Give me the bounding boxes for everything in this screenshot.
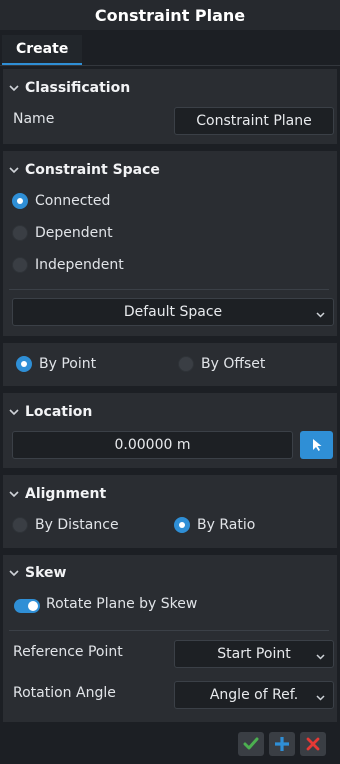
- radio-dot: [12, 517, 28, 533]
- chevron-down-icon: [3, 569, 25, 577]
- chevron-down-icon: [3, 166, 25, 174]
- reference-point-label: Reference Point: [13, 644, 123, 660]
- radio-label: By Offset: [201, 356, 266, 372]
- constraint-space-header[interactable]: Constraint Space: [3, 160, 160, 180]
- add-button[interactable]: [269, 732, 295, 756]
- divider: [9, 630, 329, 631]
- name-label: Name: [13, 111, 55, 127]
- radio-by-distance[interactable]: By Distance: [12, 517, 119, 533]
- tab-bar: Create: [0, 30, 340, 66]
- alignment-header[interactable]: Alignment: [3, 484, 106, 504]
- radio-dot: [12, 257, 28, 273]
- window-title: Constraint Plane: [0, 0, 340, 30]
- skew-header[interactable]: Skew: [3, 563, 66, 583]
- radio-by-ratio[interactable]: By Ratio: [174, 517, 255, 533]
- rotation-angle-label: Rotation Angle: [13, 685, 116, 701]
- radio-label: Dependent: [35, 225, 113, 241]
- radio-by-point[interactable]: By Point: [16, 356, 96, 372]
- tab-create[interactable]: Create: [2, 35, 83, 65]
- space-select[interactable]: Default Space: [12, 298, 334, 326]
- radio-label: By Point: [39, 356, 97, 372]
- chevron-down-icon: [3, 84, 25, 92]
- reference-point-value: Start Point: [217, 646, 291, 662]
- alignment-section: Alignment By Distance By Ratio: [3, 475, 337, 548]
- divider: [9, 289, 329, 290]
- ok-button[interactable]: [238, 732, 264, 756]
- radio-dot: [16, 356, 32, 372]
- classification-title: Classification: [25, 80, 131, 96]
- radio-dot: [174, 517, 190, 533]
- radio-by-offset[interactable]: By Offset: [178, 356, 265, 372]
- classification-header[interactable]: Classification: [3, 78, 130, 98]
- radio-label: Independent: [35, 257, 124, 273]
- skew-title: Skew: [25, 565, 67, 581]
- radio-label: By Distance: [35, 517, 119, 533]
- location-section: Location 0.00000 m: [3, 393, 337, 468]
- chevron-down-icon: [316, 689, 325, 705]
- constraint-space-section: Constraint Space Connected Dependent Ind…: [3, 151, 337, 336]
- radio-dot: [12, 193, 28, 209]
- plus-icon: [275, 737, 289, 751]
- radio-label: Connected: [35, 193, 111, 209]
- close-icon: [306, 737, 320, 751]
- radio-dot: [178, 356, 194, 372]
- radio-label: By Ratio: [197, 517, 256, 533]
- cancel-button[interactable]: [300, 732, 326, 756]
- checkmark-icon: [243, 737, 259, 750]
- radio-dependent[interactable]: Dependent: [12, 225, 113, 241]
- chevron-down-icon: [3, 408, 25, 416]
- location-title: Location: [25, 404, 93, 420]
- space-select-value: Default Space: [123, 304, 223, 320]
- radio-independent[interactable]: Independent: [12, 257, 124, 273]
- alignment-title: Alignment: [25, 486, 107, 502]
- reference-point-select[interactable]: Start Point: [174, 640, 334, 668]
- chevron-down-icon: [3, 490, 25, 498]
- location-input[interactable]: 0.00000 m: [12, 431, 293, 459]
- rotation-angle-select[interactable]: Angle of Ref.: [174, 681, 334, 709]
- chevron-down-icon: [316, 306, 325, 322]
- constraint-space-title: Constraint Space: [25, 162, 160, 178]
- skew-section: Skew Rotate Plane by Skew Reference Poin…: [3, 555, 337, 722]
- radio-connected[interactable]: Connected: [12, 193, 110, 209]
- radio-dot: [12, 225, 28, 241]
- rotate-by-skew-toggle[interactable]: [14, 599, 40, 613]
- chevron-down-icon: [316, 648, 325, 664]
- rotation-angle-value: Angle of Ref.: [209, 687, 299, 703]
- cursor-arrow-icon: [312, 439, 321, 451]
- mode-section: By Point By Offset: [3, 343, 337, 386]
- location-header[interactable]: Location: [3, 402, 92, 422]
- footer-bar: [3, 724, 337, 764]
- pick-point-button[interactable]: [300, 431, 333, 459]
- name-field[interactable]: Constraint Plane: [174, 107, 334, 135]
- rotate-by-skew-label: Rotate Plane by Skew: [46, 596, 198, 612]
- classification-section: Classification Name Constraint Plane: [3, 69, 337, 144]
